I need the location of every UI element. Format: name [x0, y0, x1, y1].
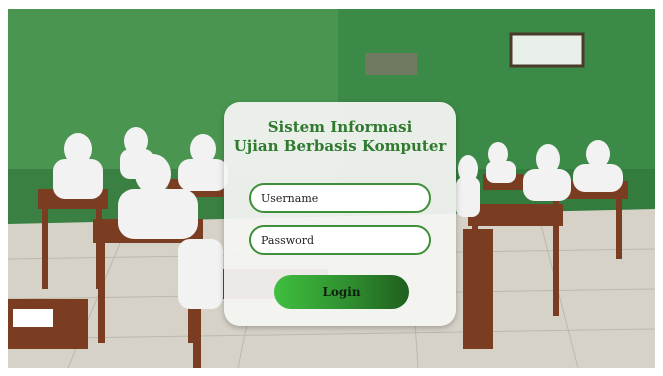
password-input[interactable] — [249, 225, 431, 255]
login-screen: Sistem Informasi Ujian Berbasis Komputer… — [8, 9, 655, 368]
username-input[interactable] — [249, 183, 431, 213]
login-card: Sistem Informasi Ujian Berbasis Komputer… — [224, 102, 456, 326]
app-title: Sistem Informasi Ujian Berbasis Komputer — [224, 118, 456, 156]
login-button[interactable]: Login — [274, 275, 409, 309]
app-title-line-2: Ujian Berbasis Komputer — [233, 137, 447, 155]
app-title-line-1: Sistem Informasi — [267, 118, 413, 136]
